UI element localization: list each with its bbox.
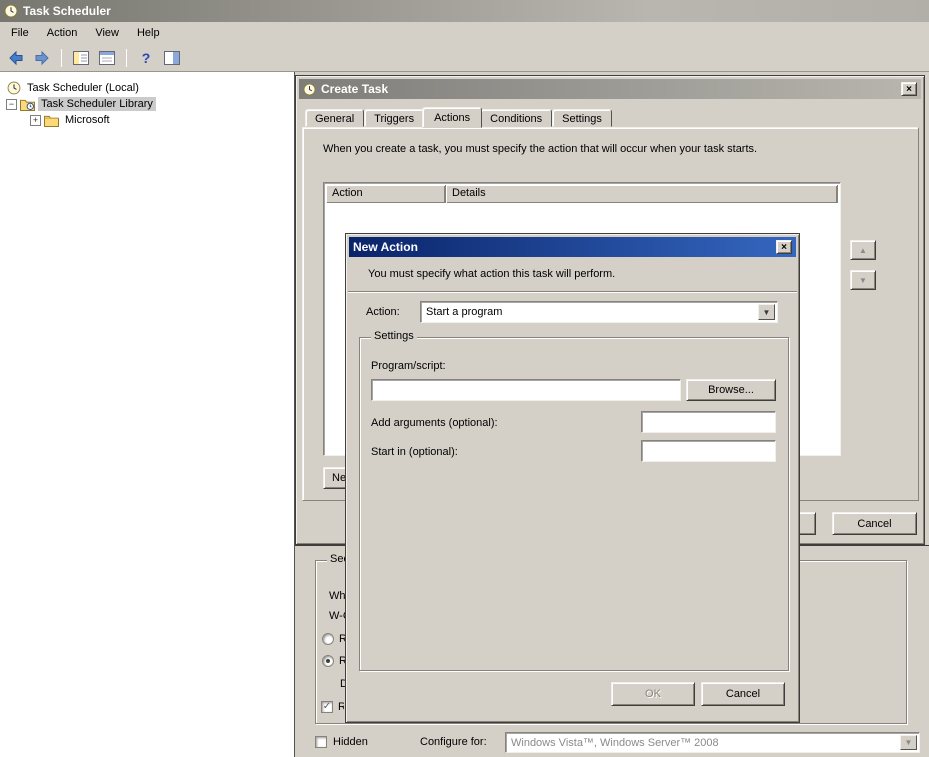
configure-for-value: Windows Vista™, Windows Server™ 2008 — [506, 737, 898, 749]
action-type-value: Start a program — [421, 306, 756, 318]
clock-icon — [4, 4, 18, 18]
tree-item-label: Task Scheduler (Local) — [24, 81, 142, 95]
add-arguments-label: Add arguments (optional): — [371, 417, 498, 429]
close-button[interactable]: × — [901, 82, 917, 96]
dropdown-button[interactable]: ▼ — [758, 304, 775, 320]
tree-item-root[interactable]: Task Scheduler (Local) — [0, 80, 294, 96]
action-pane-button[interactable] — [160, 47, 184, 69]
program-script-label: Program/script: — [371, 360, 446, 372]
menu-file[interactable]: File — [2, 24, 38, 42]
new-action-instruction: You must specify what action this task w… — [368, 268, 615, 280]
action-pane-icon — [164, 51, 180, 65]
up-icon: ▲ — [859, 246, 867, 255]
actions-instruction: When you create a task, you must specify… — [323, 143, 908, 155]
tree-item-label: Microsoft — [62, 113, 113, 127]
menu-action[interactable]: Action — [38, 24, 87, 42]
console-tree-panel: Task Scheduler (Local) − Task Scheduler … — [0, 72, 295, 757]
menu-bar: File Action View Help — [0, 22, 929, 44]
new-action-title: New Action — [353, 240, 418, 254]
tab-actions[interactable]: Actions — [422, 107, 482, 128]
window-title: Task Scheduler — [23, 4, 111, 18]
menu-help[interactable]: Help — [128, 24, 169, 42]
separator — [348, 291, 797, 293]
help-icon: ? — [142, 50, 151, 66]
tab-triggers[interactable]: Triggers — [364, 109, 424, 127]
toolbar-separator — [126, 49, 127, 67]
toolbar: ? — [0, 44, 929, 72]
cancel-button[interactable]: Cancel — [701, 682, 785, 706]
add-arguments-input[interactable] — [641, 411, 776, 433]
checkbox-label-fragment: R — [338, 701, 344, 713]
tab-strip: General Triggers Actions Conditions Sett… — [305, 107, 612, 128]
help-toolbar-button[interactable]: ? — [134, 47, 158, 69]
action-label: Action: — [366, 306, 400, 318]
configure-for-combo: Windows Vista™, Windows Server™ 2008 ▼ — [505, 732, 920, 753]
menu-view[interactable]: View — [86, 24, 128, 42]
console-tree-button[interactable] — [69, 47, 93, 69]
action-type-combo[interactable]: Start a program ▼ — [420, 301, 778, 323]
close-icon: × — [906, 84, 912, 95]
clock-icon — [7, 81, 21, 95]
run-highest-privileges-checkbox[interactable]: ✓ — [321, 701, 333, 713]
program-script-input[interactable] — [371, 379, 681, 401]
close-icon: × — [781, 242, 787, 253]
main-titlebar[interactable]: Task Scheduler — [0, 0, 929, 22]
create-task-titlebar[interactable]: Create Task × — [299, 79, 921, 99]
start-in-label: Start in (optional): — [371, 446, 458, 458]
configure-for-label: Configure for: — [420, 736, 487, 748]
cancel-button[interactable]: Cancel — [832, 512, 917, 535]
tree-item-library[interactable]: − Task Scheduler Library — [0, 96, 294, 112]
settings-group-label: Settings — [371, 330, 417, 342]
move-down-button: ▼ — [850, 270, 876, 290]
browse-button[interactable]: Browse... — [686, 379, 776, 401]
task-scheduler-window: Task Scheduler File Action View Help ? — [0, 0, 929, 757]
column-header-details[interactable]: Details — [446, 185, 838, 203]
folder-clock-icon — [20, 98, 35, 111]
forward-button[interactable] — [30, 47, 54, 69]
tree-item-microsoft[interactable]: + Microsoft — [0, 112, 294, 128]
clock-icon — [303, 83, 316, 96]
back-icon — [8, 50, 24, 66]
actions-list-header: Action Details — [326, 185, 838, 203]
export-list-icon — [99, 51, 115, 65]
check-icon: ✓ — [323, 702, 331, 712]
chevron-down-icon: ▼ — [763, 308, 771, 317]
hidden-checkbox[interactable] — [315, 736, 327, 748]
new-action-dialog: New Action × You must specify what actio… — [345, 233, 800, 723]
column-header-action[interactable]: Action — [326, 185, 446, 203]
radio-run-when-logged-on[interactable] — [322, 633, 334, 645]
export-list-button[interactable] — [95, 47, 119, 69]
toolbar-separator — [61, 49, 62, 67]
move-up-button: ▲ — [850, 240, 876, 260]
account-instruction-fragment: Wh — [329, 590, 346, 602]
tab-conditions[interactable]: Conditions — [480, 109, 552, 127]
new-action-titlebar[interactable]: New Action × — [349, 237, 796, 257]
create-task-title: Create Task — [321, 82, 388, 96]
tab-general[interactable]: General — [305, 109, 364, 127]
start-in-input[interactable] — [641, 440, 776, 462]
dropdown-button: ▼ — [900, 735, 917, 750]
radio-run-whether-logged-on[interactable] — [322, 655, 334, 667]
close-button[interactable]: × — [776, 240, 792, 254]
console-tree-icon — [73, 51, 89, 65]
ok-button: OK — [611, 682, 695, 706]
hidden-label: Hidden — [333, 736, 368, 748]
back-button[interactable] — [4, 47, 28, 69]
tab-settings[interactable]: Settings — [552, 109, 612, 127]
forward-icon — [34, 50, 50, 66]
collapse-toggle-icon[interactable]: − — [6, 99, 17, 110]
chevron-down-icon: ▼ — [905, 738, 913, 747]
folder-icon — [44, 114, 59, 127]
expand-toggle-icon[interactable]: + — [30, 115, 41, 126]
down-icon: ▼ — [859, 276, 867, 285]
tree-item-label: Task Scheduler Library — [38, 97, 156, 111]
